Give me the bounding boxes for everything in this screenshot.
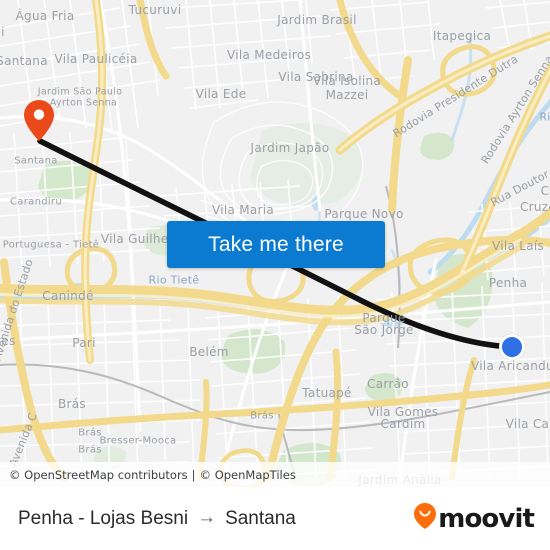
moovit-pin-icon (414, 503, 437, 534)
destination-pin-marker[interactable] (24, 100, 54, 141)
route-summary: Penha - Lojas Besni → Santana (18, 508, 296, 530)
moovit-route-map-screen: Água Fria Tucuruvi Jardim Brasil Itapegica S… (0, 0, 550, 550)
map-canvas[interactable]: Água Fria Tucuruvi Jardim Brasil Itapegica S… (0, 0, 550, 487)
route-footer-bar: Penha - Lojas Besni → Santana moovit (0, 487, 550, 550)
attribution-tiles[interactable]: © OpenMapTiles (200, 468, 296, 482)
moovit-logo[interactable]: moovit (414, 503, 535, 534)
take-me-there-button[interactable]: Take me there (167, 221, 385, 268)
moovit-wordmark: moovit (438, 503, 535, 534)
arrow-right-icon: → (197, 507, 217, 528)
current-location-dot-marker[interactable] (499, 334, 525, 360)
map-attribution: © OpenStreetMap contributors | © OpenMap… (0, 462, 550, 487)
route-destination-label: Santana (225, 507, 296, 529)
attribution-osm[interactable]: © OpenStreetMap contributors (9, 468, 188, 482)
attribution-separator: | (191, 467, 196, 482)
route-origin-label: Penha - Lojas Besni (18, 507, 189, 529)
